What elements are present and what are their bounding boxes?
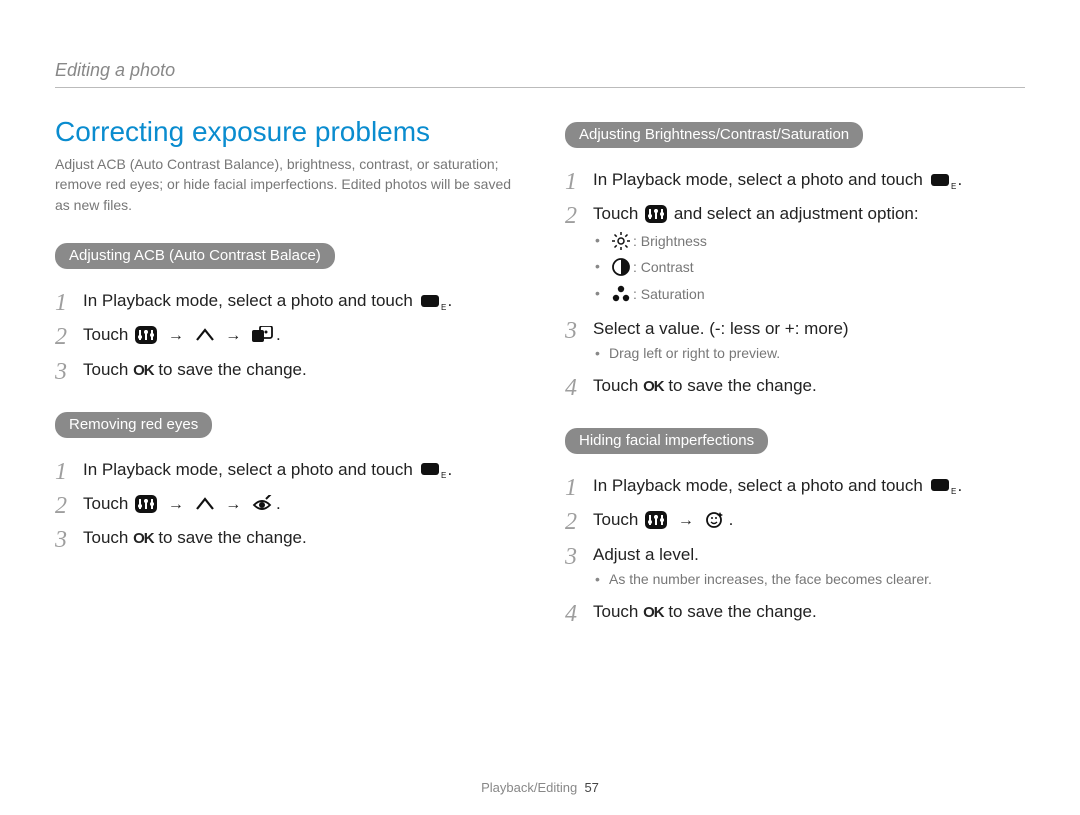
- edit-icon: [420, 458, 446, 482]
- acb-steps: In Playback mode, select a photo and tou…: [55, 289, 515, 382]
- footer-section: Playback/Editing: [481, 780, 577, 795]
- adjust-icon: [135, 493, 157, 517]
- option-saturation: : Saturation: [593, 284, 1025, 307]
- redeye-steps: In Playback mode, select a photo and tou…: [55, 458, 515, 551]
- text: In Playback mode, select a photo and tou…: [83, 291, 418, 310]
- saturation-icon: [611, 284, 631, 307]
- bcs-step-2: Touch and select an adjustment option: :…: [565, 202, 1025, 306]
- sub-note: As the number increases, the face become…: [593, 570, 1025, 590]
- edit-icon: [420, 290, 446, 314]
- section-redeye-title: Removing red eyes: [55, 412, 212, 438]
- face-step-3: Adjust a level. As the number increases,…: [565, 543, 1025, 590]
- text: to save the change.: [154, 360, 307, 379]
- contrast-icon: [611, 257, 631, 280]
- bcs-sub-options: : Brightness : Contrast : Saturation: [593, 231, 1025, 307]
- bcs-step-3: Select a value. (-: less or +: more) Dra…: [565, 317, 1025, 364]
- text: Touch: [593, 510, 643, 529]
- text: Touch: [83, 528, 133, 547]
- arrow-icon: →: [225, 496, 241, 513]
- text: to save the change.: [664, 602, 817, 621]
- acb-step-3: Touch OK to save the change.: [55, 358, 515, 382]
- intro-text: Adjust ACB (Auto Contrast Balance), brig…: [55, 154, 515, 215]
- section-bcs-title: Adjusting Brightness/Contrast/Saturation: [565, 122, 863, 148]
- acb-icon: [252, 324, 274, 348]
- redeye-step-3: Touch OK to save the change.: [55, 526, 515, 550]
- edit-icon: [930, 169, 956, 193]
- text: .: [276, 325, 281, 344]
- right-column: Adjusting Brightness/Contrast/Saturation…: [565, 116, 1025, 648]
- sub-note: Drag left or right to preview.: [593, 344, 1025, 364]
- page-title: Correcting exposure problems: [55, 116, 515, 148]
- text: to save the change.: [154, 528, 307, 547]
- text: Touch: [83, 494, 133, 513]
- bcs-steps: In Playback mode, select a photo and tou…: [565, 168, 1025, 398]
- text: Adjust a level.: [593, 545, 699, 564]
- ok-icon: OK: [643, 604, 664, 621]
- arrow-icon: →: [225, 327, 241, 344]
- text: .: [276, 494, 281, 513]
- option-brightness: : Brightness: [593, 231, 1025, 254]
- adjust-icon: [135, 324, 157, 348]
- caret-up-icon: [195, 324, 215, 348]
- edit-icon: [930, 474, 956, 498]
- brightness-icon: [611, 231, 631, 254]
- label: Contrast: [641, 259, 694, 275]
- page-footer: Playback/Editing 57: [0, 780, 1080, 795]
- text: Touch: [593, 376, 643, 395]
- bcs-step-4: Touch OK to save the change.: [565, 374, 1025, 398]
- breadcrumb: Editing a photo: [55, 60, 1025, 88]
- face-steps: In Playback mode, select a photo and tou…: [565, 474, 1025, 624]
- text: .: [729, 510, 734, 529]
- text: .: [448, 291, 453, 310]
- redeye-icon: [252, 493, 274, 517]
- text: Touch: [83, 325, 133, 344]
- ok-icon: OK: [133, 362, 154, 379]
- section-face-title: Hiding facial imperfections: [565, 428, 768, 454]
- text: .: [958, 170, 963, 189]
- redeye-step-1: In Playback mode, select a photo and tou…: [55, 458, 515, 482]
- text: and select an adjustment option:: [674, 204, 919, 223]
- text: In Playback mode, select a photo and tou…: [593, 170, 928, 189]
- text: Select a value. (-: less or +: more): [593, 319, 849, 338]
- text: Touch: [83, 360, 133, 379]
- face-step-2: Touch → .: [565, 508, 1025, 532]
- adjust-icon: [645, 509, 667, 533]
- content-columns: Correcting exposure problems Adjust ACB …: [55, 116, 1025, 648]
- option-contrast: : Contrast: [593, 257, 1025, 280]
- caret-up-icon: [195, 493, 215, 517]
- arrow-icon: →: [168, 496, 184, 513]
- label: Brightness: [641, 233, 707, 249]
- text: Touch: [593, 602, 643, 621]
- text: to save the change.: [664, 376, 817, 395]
- arrow-icon: →: [168, 327, 184, 344]
- face-step-4: Touch OK to save the change.: [565, 600, 1025, 624]
- face-step-1: In Playback mode, select a photo and tou…: [565, 474, 1025, 498]
- text: .: [448, 460, 453, 479]
- ok-icon: OK: [133, 530, 154, 547]
- face-step3-sub: As the number increases, the face become…: [593, 570, 1025, 590]
- section-acb-title: Adjusting ACB (Auto Contrast Balace): [55, 243, 335, 269]
- adjust-icon: [645, 203, 667, 227]
- left-column: Correcting exposure problems Adjust ACB …: [55, 116, 515, 648]
- page: Editing a photo Correcting exposure prob…: [0, 0, 1080, 815]
- redeye-step-2: Touch → → .: [55, 492, 515, 516]
- footer-page-number: 57: [584, 780, 598, 795]
- acb-step-1: In Playback mode, select a photo and tou…: [55, 289, 515, 313]
- bcs-step-1: In Playback mode, select a photo and tou…: [565, 168, 1025, 192]
- ok-icon: OK: [643, 378, 664, 395]
- arrow-icon: →: [678, 512, 694, 529]
- text: In Playback mode, select a photo and tou…: [83, 460, 418, 479]
- acb-step-2: Touch → → .: [55, 323, 515, 347]
- label: Saturation: [641, 286, 705, 302]
- text: .: [958, 476, 963, 495]
- text: Touch: [593, 204, 643, 223]
- bcs-step3-sub: Drag left or right to preview.: [593, 344, 1025, 364]
- face-retouch-icon: [705, 509, 727, 533]
- text: In Playback mode, select a photo and tou…: [593, 476, 928, 495]
